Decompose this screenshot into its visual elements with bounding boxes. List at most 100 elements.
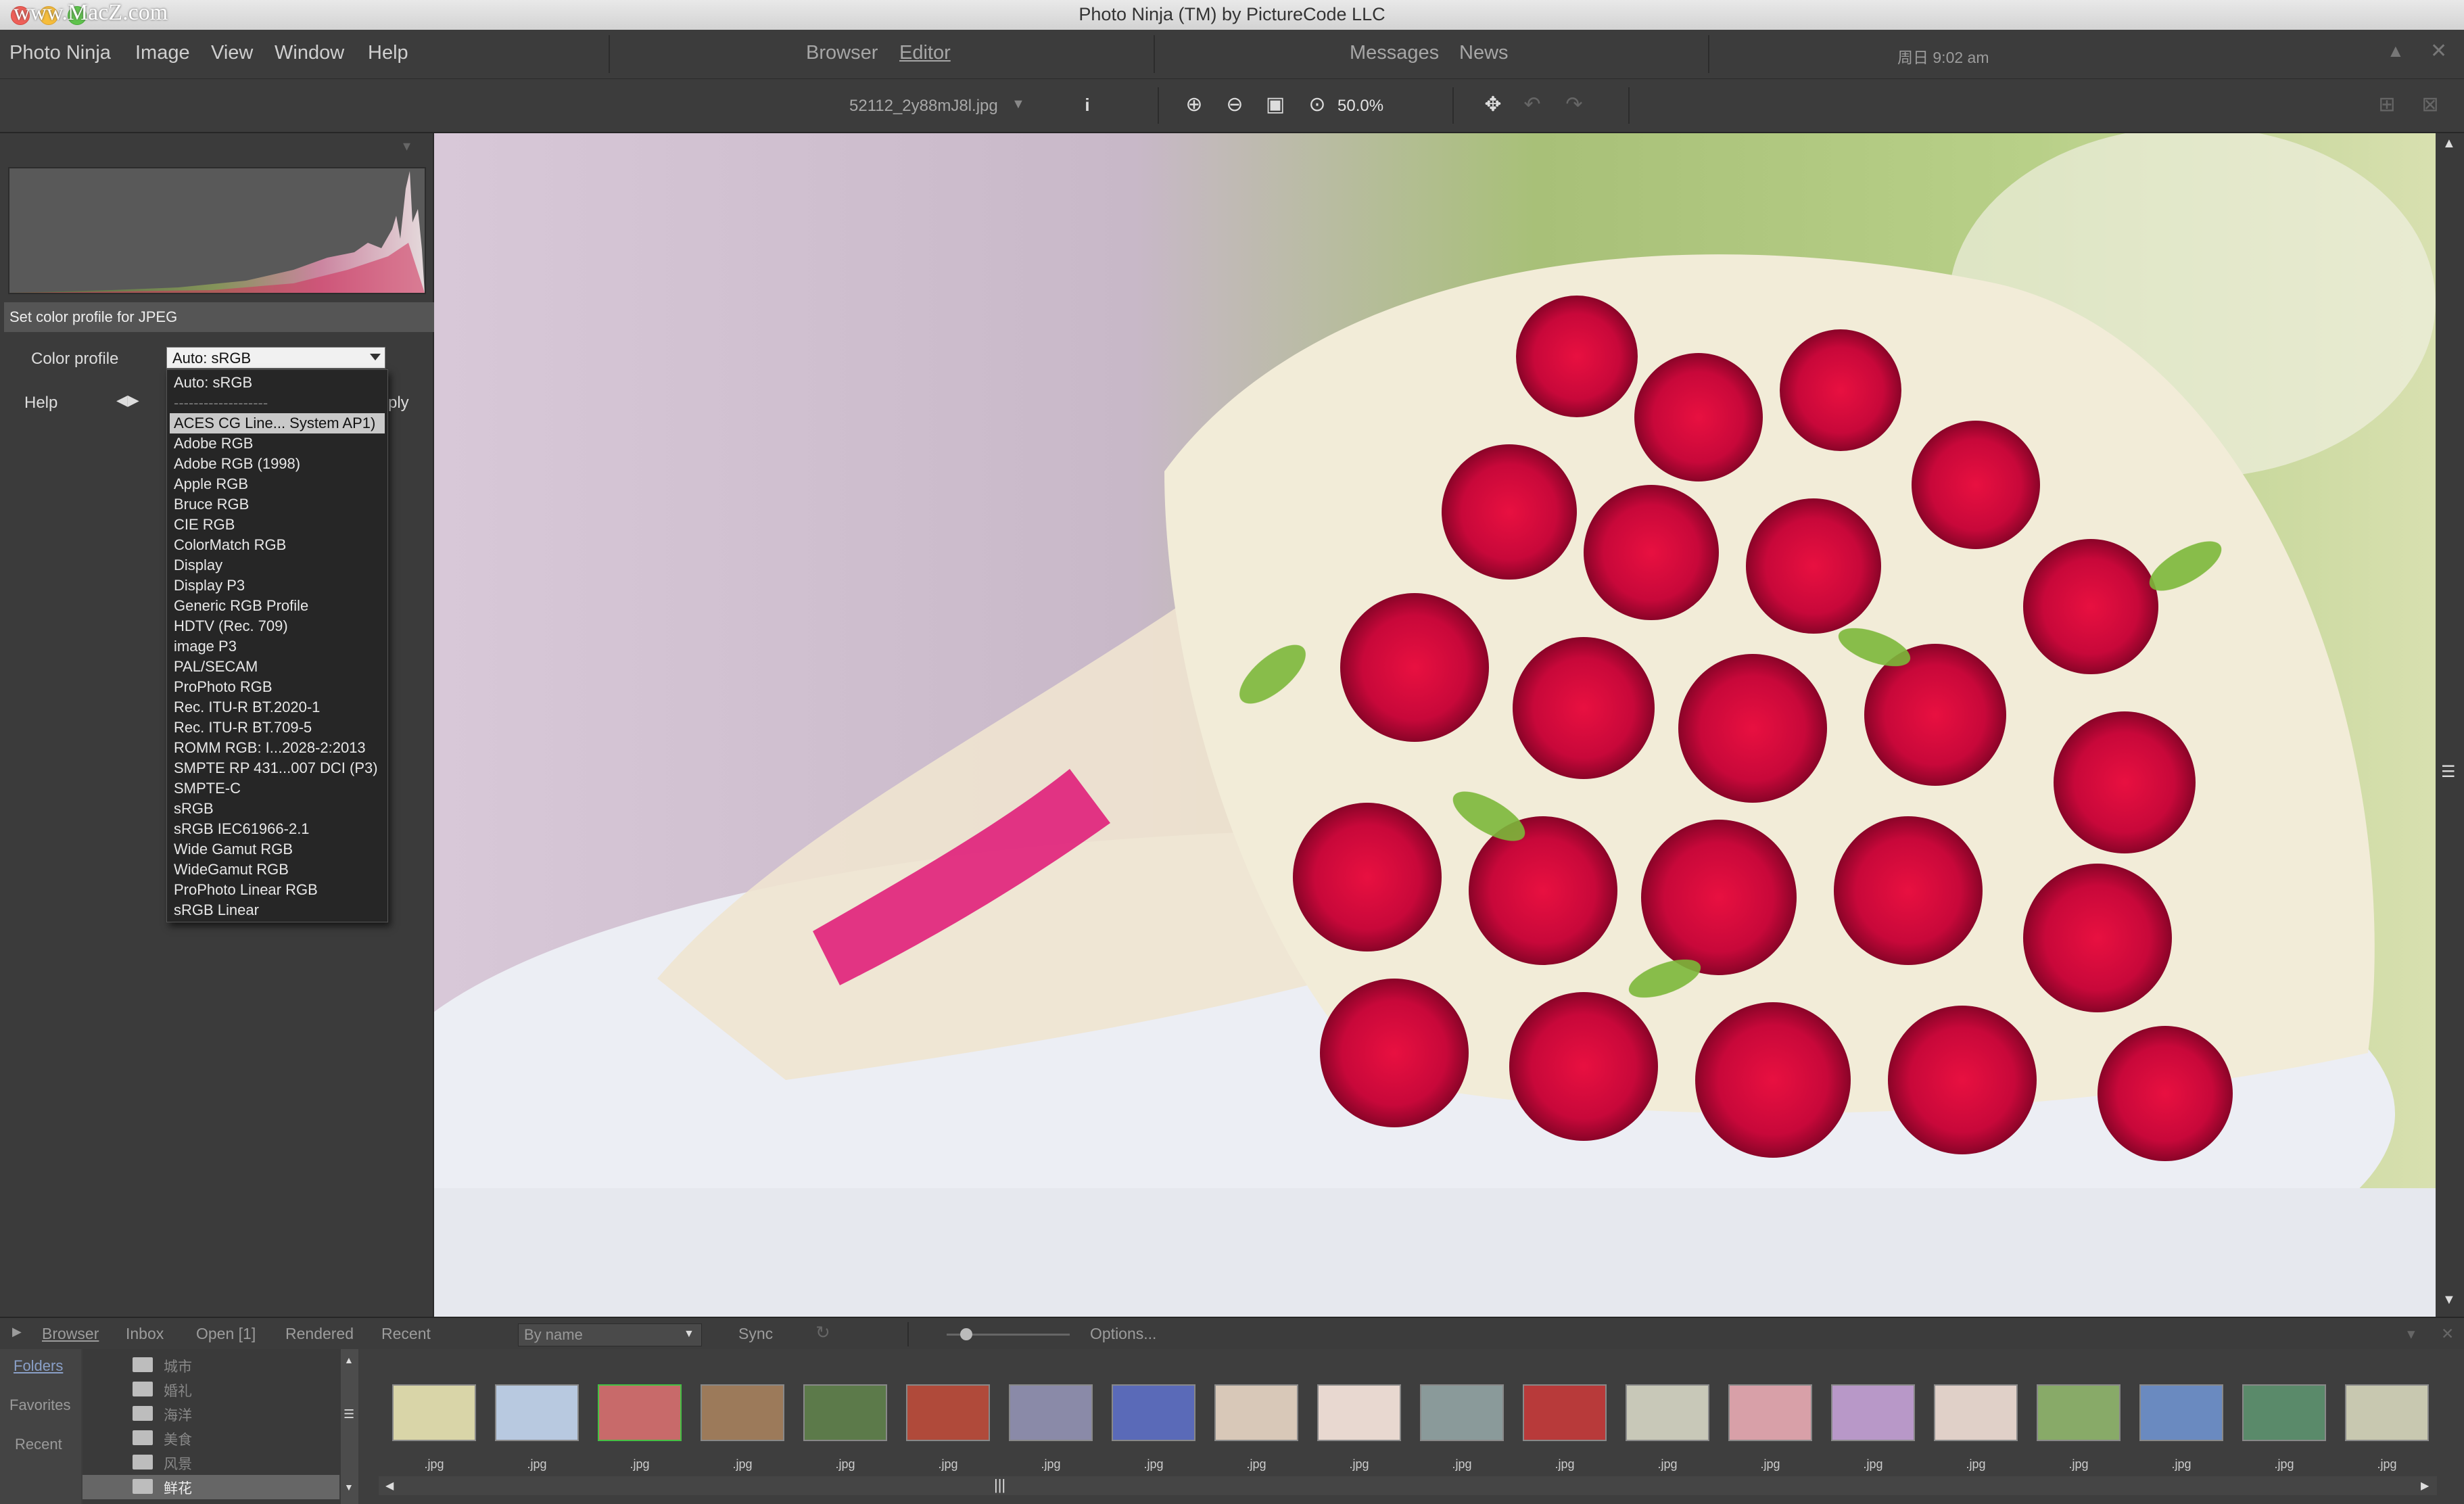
dropdown-option[interactable]: CIE RGB [174,515,235,535]
sidebar-item-recent[interactable]: Recent [15,1436,62,1453]
tab-open[interactable]: Open [1] [196,1325,256,1343]
folder-item[interactable]: 海洋 [133,1405,192,1425]
dropdown-option[interactable]: SMPTE RP 431...007 DCI (P3) [174,758,378,778]
slider-handle[interactable] [960,1328,972,1340]
folder-tree-scrollbar[interactable]: ▲ ☰ ▼ [341,1349,358,1504]
thumbnail[interactable] [1934,1384,2018,1441]
thumbnail[interactable] [1009,1384,1093,1441]
tab-rendered[interactable]: Rendered [285,1325,354,1343]
pin-icon[interactable]: ▾ [403,137,410,155]
menu-view[interactable]: View [211,42,253,64]
dropdown-option[interactable]: Generic RGB Profile [174,596,308,616]
thumbnail[interactable] [1831,1384,1915,1441]
tab-inbox[interactable]: Inbox [126,1325,164,1343]
dropdown-option[interactable]: Auto: sRGB [174,373,252,393]
folder-item[interactable]: 美食 [133,1429,192,1449]
thumbnail[interactable] [1214,1384,1298,1441]
folder-item[interactable]: 风景 [133,1453,192,1474]
thumbnail[interactable] [1317,1384,1401,1441]
image-vertical-scrollbar[interactable]: ▲ ☰ ▼ [2436,133,2464,1317]
thumbnail[interactable] [1112,1384,1195,1441]
tab-recent[interactable]: Recent [381,1325,431,1343]
thumbnail[interactable] [598,1384,682,1441]
thumbnail[interactable] [1728,1384,1812,1441]
tab-messages[interactable]: Messages [1350,42,1439,64]
thumbnail[interactable] [1626,1384,1709,1441]
scroll-handle-icon[interactable]: ||| [994,1476,1005,1494]
color-profile-select[interactable]: Auto: sRGB [166,347,385,369]
info-icon[interactable]: i [1075,93,1099,117]
apply-button[interactable]: ply [388,394,409,413]
dropdown-option[interactable]: ProPhoto RGB [174,677,273,697]
dropdown-option[interactable]: Display [174,555,222,575]
pin-icon[interactable]: ▾ [2407,1325,2415,1343]
dropdown-option[interactable]: ACES CG Line... System AP1) [170,413,385,433]
sort-select[interactable]: By name ▼ [518,1323,702,1346]
sidebar-item-folders[interactable]: Folders [14,1357,63,1375]
zoom-out-icon[interactable]: ⊖ [1223,93,1247,117]
folder-item-selected[interactable] [82,1475,339,1499]
thumbnail[interactable] [495,1384,579,1441]
dropdown-option[interactable]: Apple RGB [174,474,248,494]
menu-photo-ninja[interactable]: Photo Ninja [9,42,111,64]
thumbnail[interactable] [701,1384,784,1441]
dropdown-option[interactable]: sRGB [174,799,214,819]
fullscreen-icon[interactable]: ⊠ [2418,93,2442,117]
close-icon[interactable]: ✕ [2430,39,2447,63]
thumbnail[interactable] [1420,1384,1504,1441]
scroll-right-icon[interactable]: ▶ [2421,1479,2429,1493]
dropdown-option[interactable]: image P3 [174,636,237,657]
dropdown-option[interactable]: sRGB IEC61966-2.1 [174,819,310,839]
dropdown-option[interactable]: Rec. ITU-R BT.709-5 [174,718,312,738]
folder-item[interactable]: 鲜花 [133,1478,192,1498]
zoom-in-icon[interactable]: ⊕ [1182,93,1206,117]
thumbnail[interactable] [2242,1384,2326,1441]
thumbnail-scrollbar[interactable]: ◀ ||| ▶ [379,1476,2437,1495]
collapse-up-icon[interactable]: ▲ [2387,41,2404,62]
tab-browser-bottom[interactable]: Browser [42,1325,99,1343]
compare-arrows-icon[interactable]: ◀▶ [116,392,139,409]
zoom-icon[interactable]: ⊙ [1305,93,1329,117]
menu-help[interactable]: Help [368,42,408,64]
dropdown-option[interactable]: HDTV (Rec. 709) [174,616,288,636]
sidebar-item-favorites[interactable]: Favorites [9,1396,70,1414]
dropdown-option[interactable]: ProPhoto Linear RGB [174,880,318,900]
dropdown-option[interactable]: Wide Gamut RGB [174,839,293,860]
tab-news[interactable]: News [1459,42,1509,64]
dropdown-option[interactable]: Display P3 [174,575,245,596]
scroll-handle-icon[interactable]: ☰ [343,1407,354,1421]
scroll-left-icon[interactable]: ◀ [385,1479,394,1493]
folder-item[interactable]: 婚礼 [133,1380,192,1401]
sync-button[interactable]: Sync [738,1325,773,1343]
dropdown-option[interactable]: SMPTE-C [174,778,241,799]
folder-item[interactable]: 城市 [133,1356,192,1376]
options-button[interactable]: Options... [1090,1325,1156,1343]
dropdown-option[interactable]: ColorMatch RGB [174,535,286,555]
thumbnail[interactable] [392,1384,476,1441]
tab-browser[interactable]: Browser [806,42,878,64]
split-view-icon[interactable]: ⊞ [2375,93,2399,117]
dropdown-option[interactable]: Adobe RGB [174,433,253,454]
thumbnail[interactable] [1523,1384,1607,1441]
thumbnail[interactable] [2139,1384,2223,1441]
help-button[interactable]: Help [24,394,57,413]
fit-icon[interactable]: ▣ [1263,93,1287,117]
close-icon[interactable]: ✕ [2441,1325,2454,1343]
thumbnail[interactable] [803,1384,887,1441]
filename-dropdown-icon[interactable]: ▼ [1012,97,1025,112]
scroll-down-icon[interactable]: ▼ [2442,1292,2456,1308]
scroll-up-icon[interactable]: ▲ [344,1355,354,1365]
dropdown-option[interactable]: PAL/SECAM [174,657,258,677]
dropdown-option[interactable]: WideGamut RGB [174,860,289,880]
pan-icon[interactable]: ✥ [1481,93,1505,117]
scroll-down-icon[interactable]: ▼ [344,1482,354,1493]
undo-icon[interactable]: ↶ [1520,93,1544,117]
menu-image[interactable]: Image [135,42,190,64]
redo-icon[interactable]: ↷ [1562,93,1586,117]
thumb-size-slider[interactable] [947,1328,1070,1340]
thumbnail[interactable] [906,1384,990,1441]
scroll-up-icon[interactable]: ▲ [2442,136,2456,151]
expand-icon[interactable]: ▶ [12,1325,22,1339]
dropdown-option[interactable]: Rec. ITU-R BT.2020-1 [174,697,320,718]
dropdown-option[interactable]: Bruce RGB [174,494,249,515]
